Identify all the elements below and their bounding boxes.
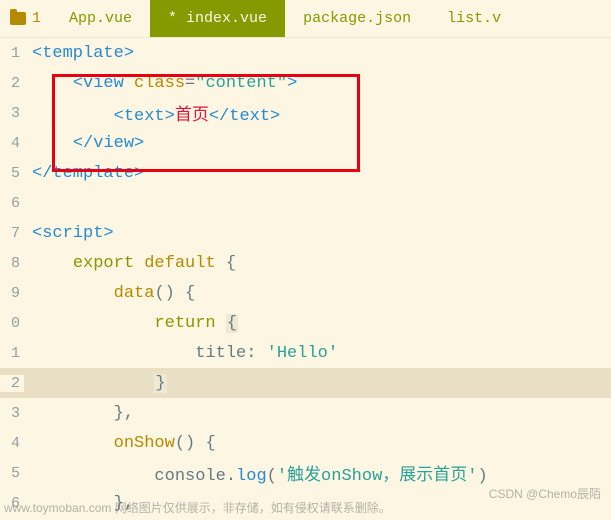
line-number: 5 <box>0 465 24 482</box>
code-line: 3 <text>首页</text> <box>0 98 611 128</box>
line-number: 2 <box>0 75 24 92</box>
tab-index-vue[interactable]: * index.vue <box>150 0 285 37</box>
line-number: 8 <box>0 255 24 272</box>
tab-app-vue[interactable]: App.vue <box>51 0 150 37</box>
folder-label: 1 <box>32 10 41 27</box>
line-number: 2 <box>0 375 24 392</box>
token-tag: </view> <box>73 134 144 153</box>
token-string: '触发onShow，展示首页' <box>277 467 478 486</box>
token-method: log <box>236 467 267 486</box>
code-line: 6 }, <box>0 488 611 518</box>
line-number: 1 <box>0 345 24 362</box>
line-number: 6 <box>0 495 24 512</box>
token-text: 首页 <box>175 107 209 126</box>
line-number: 5 <box>0 165 24 182</box>
token-tag: <script> <box>32 224 114 243</box>
code-line: 1 title: 'Hello' <box>0 338 611 368</box>
token-tag: <text> <box>114 107 175 126</box>
code-line: 9 data() { <box>0 278 611 308</box>
code-line: 5 </template> <box>0 158 611 188</box>
token-punc: }, <box>114 494 134 513</box>
token-punc: = <box>185 74 195 93</box>
token-tag: <template> <box>32 44 134 63</box>
token-punc: ( <box>267 467 277 486</box>
code-line-active: 2 } <box>0 368 611 398</box>
token-prop: title <box>195 344 246 363</box>
token-brace: { <box>226 254 236 273</box>
code-line: 4 onShow() { <box>0 428 611 458</box>
code-line: 8 export default { <box>0 248 611 278</box>
tab-bar: 1 App.vue * index.vue package.json list.… <box>0 0 611 38</box>
line-number: 3 <box>0 105 24 122</box>
tab-package-json[interactable]: package.json <box>285 0 429 37</box>
code-line: 2 <view class="content"> <box>0 68 611 98</box>
folder-tab[interactable]: 1 <box>0 0 51 37</box>
token-method: data <box>114 284 155 303</box>
token-attr: class <box>124 74 185 93</box>
token-string: "content" <box>195 74 287 93</box>
token-punc: . <box>226 467 236 486</box>
line-number: 9 <box>0 285 24 302</box>
token-keyword: return <box>154 314 215 333</box>
line-number: 0 <box>0 315 24 332</box>
code-editor[interactable]: 1 <template> 2 <view class="content"> 3 … <box>0 38 611 518</box>
token-punc: () { <box>154 284 195 303</box>
token-tag: </template> <box>32 164 144 183</box>
token-method: onShow <box>114 434 175 453</box>
code-line: 6 <box>0 188 611 218</box>
folder-icon <box>10 12 26 25</box>
token-tag: > <box>287 74 297 93</box>
token-keyword: export <box>73 254 134 273</box>
line-number: 4 <box>0 435 24 452</box>
token-obj: console <box>154 467 225 486</box>
line-number: 1 <box>0 45 24 62</box>
code-line: 1 <template> <box>0 38 611 68</box>
code-line: 5 console.log('触发onShow，展示首页') <box>0 458 611 488</box>
token-punc: : <box>246 344 266 363</box>
tab-list[interactable]: list.v <box>429 0 519 37</box>
code-line: 4 </view> <box>0 128 611 158</box>
code-line: 0 return { <box>0 308 611 338</box>
token-brace: { <box>226 314 238 333</box>
token-keyword: default <box>134 254 226 273</box>
token-punc: ) <box>477 467 487 486</box>
line-number: 7 <box>0 225 24 242</box>
token-tag: <view <box>73 74 124 93</box>
code-line: 3 }, <box>0 398 611 428</box>
token-punc: () { <box>175 434 216 453</box>
token-punc: }, <box>114 404 134 423</box>
line-number: 6 <box>0 195 24 212</box>
token-string: 'Hello' <box>267 344 338 363</box>
code-line: 7 <script> <box>0 218 611 248</box>
token-brace: } <box>154 374 166 393</box>
line-number: 3 <box>0 405 24 422</box>
line-number: 4 <box>0 135 24 152</box>
token-tag: </text> <box>209 107 280 126</box>
